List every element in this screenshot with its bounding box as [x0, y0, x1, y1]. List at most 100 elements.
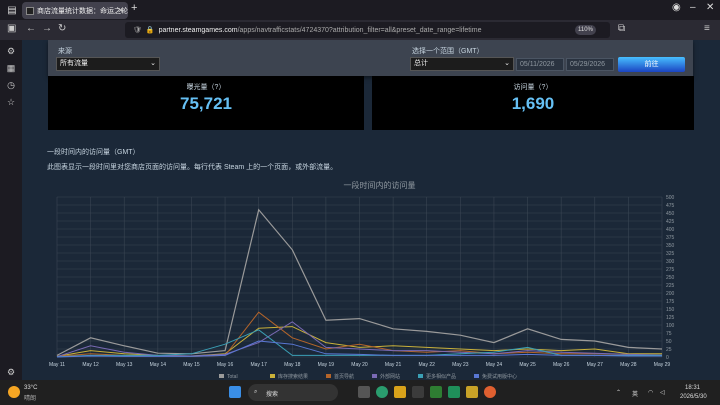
browser-titlebar: ▤ 商店流量统计数据：命运之轮 ✕ + ◉ – ✕: [0, 0, 720, 20]
store-icon[interactable]: [448, 386, 460, 398]
firefox-icon[interactable]: [484, 386, 496, 398]
x-tick-label: May 14: [150, 362, 167, 368]
forward-icon[interactable]: →: [42, 23, 52, 34]
settings-icon[interactable]: ⚙: [5, 45, 17, 57]
legend-swatch: [326, 374, 331, 378]
ime-indicator[interactable]: 英: [632, 389, 638, 398]
account-icon[interactable]: ◉: [672, 2, 681, 13]
minimize-icon[interactable]: –: [690, 2, 696, 13]
back-icon[interactable]: ←: [26, 23, 36, 34]
y-tick-label: 225: [666, 283, 675, 289]
x-tick-label: May 28: [620, 362, 637, 368]
chevron-down-icon: ⌄: [150, 60, 156, 67]
wechat-icon[interactable]: [430, 386, 442, 398]
new-tab-icon[interactable]: +: [131, 2, 137, 14]
tab-close-icon[interactable]: ✕: [117, 6, 124, 15]
steam-page: 来源 所有流量 ⌄ 选择一个范围（GMT） 总计 ⌄ 05/11/2026 05…: [22, 40, 720, 380]
history-icon[interactable]: ◷: [5, 79, 17, 91]
menu-icon[interactable]: ≡: [704, 23, 710, 34]
zoom-badge[interactable]: 110%: [575, 25, 596, 35]
extensions-icon[interactable]: ⧉: [618, 23, 625, 34]
y-tick-label: 150: [666, 307, 675, 313]
app-icon[interactable]: [412, 386, 424, 398]
section-title: 一段时间内的访问量（GMT）: [47, 149, 140, 156]
range-select-value: 总计: [414, 60, 428, 67]
search-box[interactable]: ⌕ 搜索: [248, 384, 338, 401]
bookmarks-icon[interactable]: ▦: [5, 62, 17, 74]
y-tick-label: 125: [666, 315, 675, 321]
impressions-card: 曝光量（?） 75,721: [48, 76, 364, 130]
folder-icon[interactable]: [466, 386, 478, 398]
x-tick-label: May 13: [116, 362, 133, 368]
x-tick-label: May 15: [183, 362, 200, 368]
y-tick-label: 500: [666, 195, 675, 201]
legend-swatch: [474, 374, 479, 378]
sidebar-panel-icon[interactable]: ▣: [7, 23, 16, 34]
y-tick-label: 350: [666, 243, 675, 249]
y-tick-label: 50: [666, 339, 672, 345]
screen: ▤ 商店流量统计数据：命运之轮 ✕ + ◉ – ✕ ▣ ← → ↻ 🛡 🔒 pa…: [0, 0, 720, 405]
x-tick-label: May 23: [452, 362, 469, 368]
x-tick-label: May 17: [250, 362, 267, 368]
visits-card: 访问量（?） 1,690: [372, 76, 694, 130]
x-tick-label: May 19: [318, 362, 335, 368]
search-icon: ⌕: [254, 389, 258, 395]
tray-chevron-icon[interactable]: ⌃: [616, 389, 621, 396]
x-tick-label: May 26: [553, 362, 570, 368]
windows-taskbar: 33°C 晴朗 ⌕ 搜索 ⌃ 英 ◠ ◁ 18:31 2026/5/30: [0, 380, 720, 405]
start-date-input[interactable]: 05/11/2026: [516, 58, 564, 71]
chart-title: 一段时间内的访问量: [344, 180, 416, 190]
source-select-value: 所有流量: [60, 60, 88, 67]
y-tick-label: 425: [666, 219, 675, 225]
go-button[interactable]: 前往: [618, 57, 685, 72]
close-window-icon[interactable]: ✕: [706, 2, 714, 13]
tab-favicon-icon: [26, 6, 34, 15]
legend-swatch: [219, 374, 224, 378]
legend-swatch: [372, 374, 377, 378]
y-tick-label: 100: [666, 323, 675, 329]
x-tick-label: May 16: [217, 362, 234, 368]
y-tick-label: 375: [666, 235, 675, 241]
url-path: /apps/navtrafficstats/4724370?attributio…: [237, 26, 482, 34]
y-tick-label: 325: [666, 251, 675, 257]
clock-date: 2026/5/30: [680, 394, 707, 400]
volume-icon[interactable]: ◁: [660, 389, 665, 396]
y-tick-label: 250: [666, 275, 675, 281]
y-tick-label: 400: [666, 227, 675, 233]
address-bar[interactable]: 🛡 🔒 partner.steamgames.com /apps/navtraf…: [125, 22, 610, 38]
range-select[interactable]: 总计 ⌄: [410, 57, 514, 71]
task-view-icon[interactable]: [358, 386, 370, 398]
y-tick-label: 75: [666, 331, 672, 337]
url-domain: partner.steamgames.com: [158, 26, 238, 34]
weather-icon[interactable]: [8, 386, 20, 398]
end-date-input[interactable]: 05/29/2026: [566, 58, 614, 71]
impressions-label: 曝光量（?）: [186, 84, 226, 91]
lock-icon: 🔒: [145, 27, 155, 34]
visits-label: 访问量（?）: [513, 84, 553, 91]
range-label: 选择一个范围（GMT）: [412, 48, 484, 55]
legend-label: 首页导航: [334, 373, 354, 380]
filter-panel: 来源 所有流量 ⌄ 选择一个范围（GMT） 总计 ⌄ 05/11/2026 05…: [48, 40, 693, 76]
chevron-down-icon: ⌄: [504, 60, 510, 67]
x-tick-label: May 22: [419, 362, 436, 368]
y-tick-label: 200: [666, 291, 675, 297]
start-icon[interactable]: [229, 386, 241, 398]
x-tick-label: May 27: [587, 362, 604, 368]
x-tick-label: May 24: [486, 362, 503, 368]
customize-icon[interactable]: ⚙: [5, 366, 17, 378]
wifi-icon[interactable]: ◠: [648, 389, 653, 396]
browser-tab[interactable]: 商店流量统计数据：命运之轮 ✕: [22, 2, 128, 19]
favorites-icon[interactable]: ☆: [5, 96, 17, 108]
file-explorer-icon[interactable]: [394, 386, 406, 398]
edge-icon[interactable]: [376, 386, 388, 398]
reload-icon[interactable]: ↻: [58, 23, 66, 34]
shield-icon: 🛡: [133, 27, 142, 34]
x-tick-label: May 12: [82, 362, 99, 368]
source-select[interactable]: 所有流量 ⌄: [56, 57, 160, 71]
y-tick-label: 300: [666, 259, 675, 265]
y-tick-label: 275: [666, 267, 675, 273]
x-tick-label: May 21: [385, 362, 402, 368]
legend-label: 外部网站: [380, 373, 400, 380]
legend-swatch: [270, 374, 275, 378]
sidebar-toggle-icon[interactable]: ▤: [4, 2, 20, 18]
